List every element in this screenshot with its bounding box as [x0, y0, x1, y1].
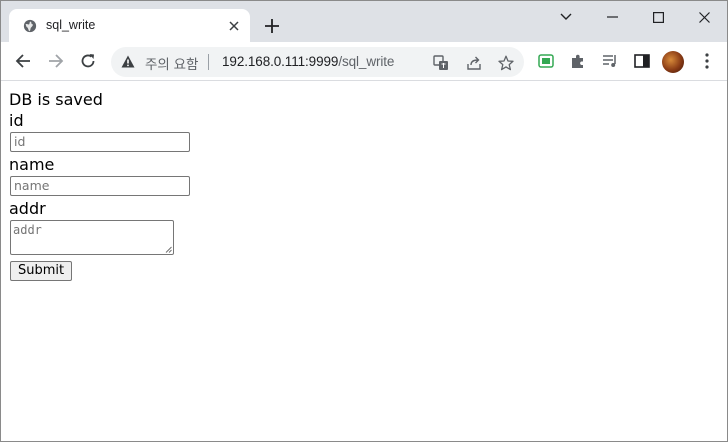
tab-title: sql_write: [46, 18, 96, 32]
address-bar[interactable]: 주의 요함 192.168.0.111:9999/sql_write: [111, 47, 524, 77]
star-icon: [498, 55, 514, 71]
plus-icon: [265, 19, 279, 33]
side-panel-button[interactable]: [632, 51, 652, 71]
arrow-right-icon: [49, 54, 64, 68]
minimize-button[interactable]: [589, 1, 635, 33]
omnibox-divider: [208, 54, 209, 70]
back-button[interactable]: [11, 49, 35, 73]
name-input[interactable]: name: [10, 176, 190, 196]
sql-write-form: DB is saved id id name name addr addr Su…: [9, 89, 190, 281]
share-icon: [467, 56, 481, 70]
green-extension-icon: [538, 54, 554, 68]
id-input[interactable]: id: [10, 132, 190, 152]
close-icon: [229, 21, 239, 31]
close-icon: [698, 11, 710, 23]
reload-button[interactable]: [76, 49, 100, 73]
tab-strip: sql_write: [1, 1, 727, 42]
addr-textarea[interactable]: addr: [10, 220, 174, 255]
share-button[interactable]: [464, 53, 484, 73]
browser-menu-button[interactable]: [697, 51, 717, 71]
url-path: /sql_write: [338, 54, 395, 69]
media-control-button[interactable]: [600, 51, 620, 71]
reload-icon: [81, 54, 95, 68]
id-label: id: [9, 111, 24, 130]
bookmark-button[interactable]: [496, 53, 516, 73]
url-text[interactable]: 192.168.0.111:9999/sql_write: [222, 54, 394, 69]
profile-avatar[interactable]: [662, 51, 684, 73]
submit-button[interactable]: Submit: [10, 261, 73, 281]
more-vertical-icon: [705, 53, 709, 69]
minimize-icon: [606, 16, 618, 18]
maximize-icon: [652, 11, 664, 23]
warning-icon: [121, 55, 135, 68]
url-host: 192.168.0.111:9999: [222, 54, 339, 69]
forward-button[interactable]: [44, 49, 68, 73]
maximize-button[interactable]: [635, 1, 681, 33]
tab-close-button[interactable]: [224, 16, 244, 36]
new-tab-button[interactable]: [260, 15, 284, 39]
security-status[interactable]: 주의 요함: [145, 53, 198, 73]
browser-window: sql_write 주의 요함 192.168.0.111:9999/sql_w…: [0, 0, 728, 442]
window-close-button[interactable]: [681, 1, 727, 33]
browser-toolbar: 주의 요함 192.168.0.111:9999/sql_write: [1, 42, 727, 81]
tab-sql-write[interactable]: sql_write: [9, 9, 250, 42]
addr-placeholder: addr: [13, 223, 42, 237]
queue-music-icon: [603, 55, 616, 67]
translate-button[interactable]: [431, 53, 451, 73]
side-panel-icon: [634, 54, 650, 68]
page-content: DB is saved id id name name addr addr Su…: [1, 81, 727, 441]
tab-search-button[interactable]: [543, 1, 589, 33]
resize-grip-icon[interactable]: [165, 246, 172, 253]
arrow-left-icon: [15, 54, 30, 68]
addr-label: addr: [9, 199, 46, 218]
puzzle-icon: [572, 54, 583, 68]
translate-icon: [433, 55, 448, 70]
status-message: DB is saved: [9, 90, 103, 109]
globe-icon: [23, 19, 37, 33]
extension-button[interactable]: [536, 51, 556, 71]
chevron-down-icon: [560, 13, 572, 20]
extensions-button[interactable]: [568, 51, 588, 71]
name-label: name: [9, 155, 55, 174]
